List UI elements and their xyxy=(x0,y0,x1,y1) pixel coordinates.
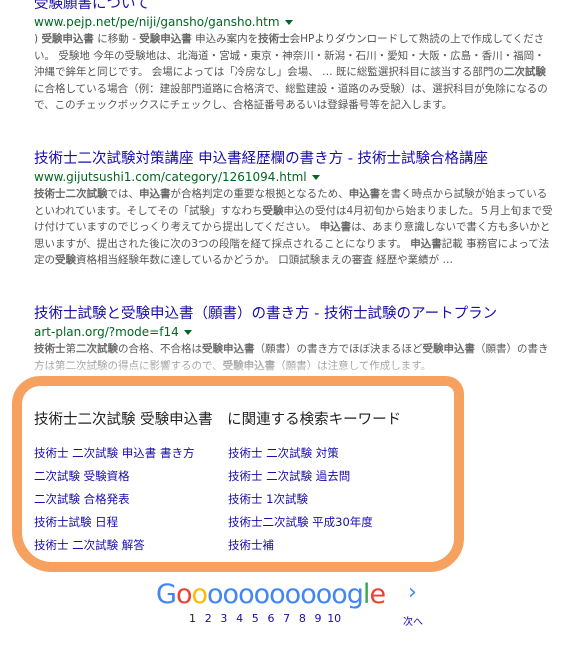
page-number-link[interactable]: 8 xyxy=(296,612,309,625)
related-search-link[interactable]: 技術士 二次試験 申込書 書き方 xyxy=(34,445,194,461)
page-number-link: 1 xyxy=(189,612,196,625)
next-page-link[interactable]: 次へ xyxy=(403,613,423,628)
related-searches-title: 技術士二次試験 受験申込書 に関連する検索キーワード xyxy=(34,412,402,428)
result-title-link[interactable]: 受験願書について xyxy=(34,0,554,14)
logo-letter: o xyxy=(175,579,193,610)
url-dropdown-icon[interactable] xyxy=(284,20,293,25)
result-url: www.gijutsushi1.com/category/1261094.htm… xyxy=(34,169,554,186)
related-search-link[interactable]: 技術士二次試験 平成30年度 xyxy=(228,514,373,530)
pagination-numbers: 1 2 3 4 5 6 7 8 9 10 xyxy=(186,612,343,625)
related-search-link[interactable]: 技術士試験 日程 xyxy=(34,514,118,530)
page-number-link[interactable]: 3 xyxy=(217,612,230,625)
logo-letter: o xyxy=(207,579,224,610)
related-search-link[interactable]: 技術士 二次試験 過去問 xyxy=(228,468,350,484)
logo-letter: o xyxy=(222,579,240,610)
result-title-link[interactable]: 技術士試験と受験申込書（願書）の書き方 - 技術士試験のアートプラン xyxy=(34,304,554,324)
page-number-link[interactable]: 7 xyxy=(280,612,293,625)
logo-letter: g xyxy=(346,579,364,610)
result-snippet: ) 受験申込書 に移動 - 受験申込書 申込み案内を技術士会HPよりダウンロード… xyxy=(34,33,548,112)
result-url-text: www.pejp.net/pe/niji/gansho/gansho.htm xyxy=(34,15,280,29)
related-search-link[interactable]: 二次試験 合格発表 xyxy=(34,491,130,507)
logo-letter: e xyxy=(369,579,386,610)
related-search-link[interactable]: 技術士 1次試験 xyxy=(228,491,308,507)
page-number-link[interactable]: 2 xyxy=(202,612,215,625)
page-number-link[interactable]: 6 xyxy=(264,612,277,625)
url-dropdown-icon[interactable] xyxy=(311,175,320,180)
result-url-text: art-plan.org/?mode=f14 xyxy=(34,325,179,339)
page-number-link[interactable]: 10 xyxy=(327,612,341,625)
google-pagination-logo: Gooooooooooogle xyxy=(156,578,386,612)
result-url: art-plan.org/?mode=f14 xyxy=(34,324,554,341)
related-search-link[interactable]: 技術士補 xyxy=(228,537,274,553)
logo-letter: o xyxy=(191,579,208,610)
result-url-text: www.gijutsushi1.com/category/1261094.htm… xyxy=(34,170,307,184)
logo-letter: o xyxy=(253,579,271,610)
result-title-link[interactable]: 技術士二次試験対策講座 申込書経歴欄の書き方 - 技術士試験合格講座 xyxy=(34,149,554,169)
logo-letter: o xyxy=(284,579,302,610)
result-url: www.pejp.net/pe/niji/gansho/gansho.htm xyxy=(34,14,554,31)
next-page-arrow-icon[interactable]: › xyxy=(408,580,417,605)
page-number-link[interactable]: 9 xyxy=(312,612,325,625)
related-search-link[interactable]: 技術士 二次試験 解答 xyxy=(34,537,145,553)
snippet-fade-overlay xyxy=(0,348,580,378)
related-search-link[interactable]: 二次試験 受験資格 xyxy=(34,468,130,484)
logo-letter: o xyxy=(269,579,286,610)
logo-letter: G xyxy=(156,579,177,610)
related-search-link[interactable]: 技術士 二次試験 対策 xyxy=(228,445,339,461)
page-number-link[interactable]: 5 xyxy=(249,612,262,625)
search-result-2: 技術士二次試験対策講座 申込書経歴欄の書き方 - 技術士試験合格講座 www.g… xyxy=(34,149,554,269)
logo-letter: o xyxy=(300,579,317,610)
logo-letter: o xyxy=(315,579,333,610)
search-result-1: 受験願書について www.pejp.net/pe/niji/gansho/gan… xyxy=(34,0,554,114)
url-dropdown-icon[interactable] xyxy=(183,330,192,335)
result-snippet: 技術士二次試験では、申込書が合格判定の重要な根拠となるため、申込書を書く時点から… xyxy=(34,188,553,267)
page-number-link[interactable]: 4 xyxy=(233,612,246,625)
logo-letter: o xyxy=(331,579,348,610)
logo-letter: o xyxy=(238,579,255,610)
